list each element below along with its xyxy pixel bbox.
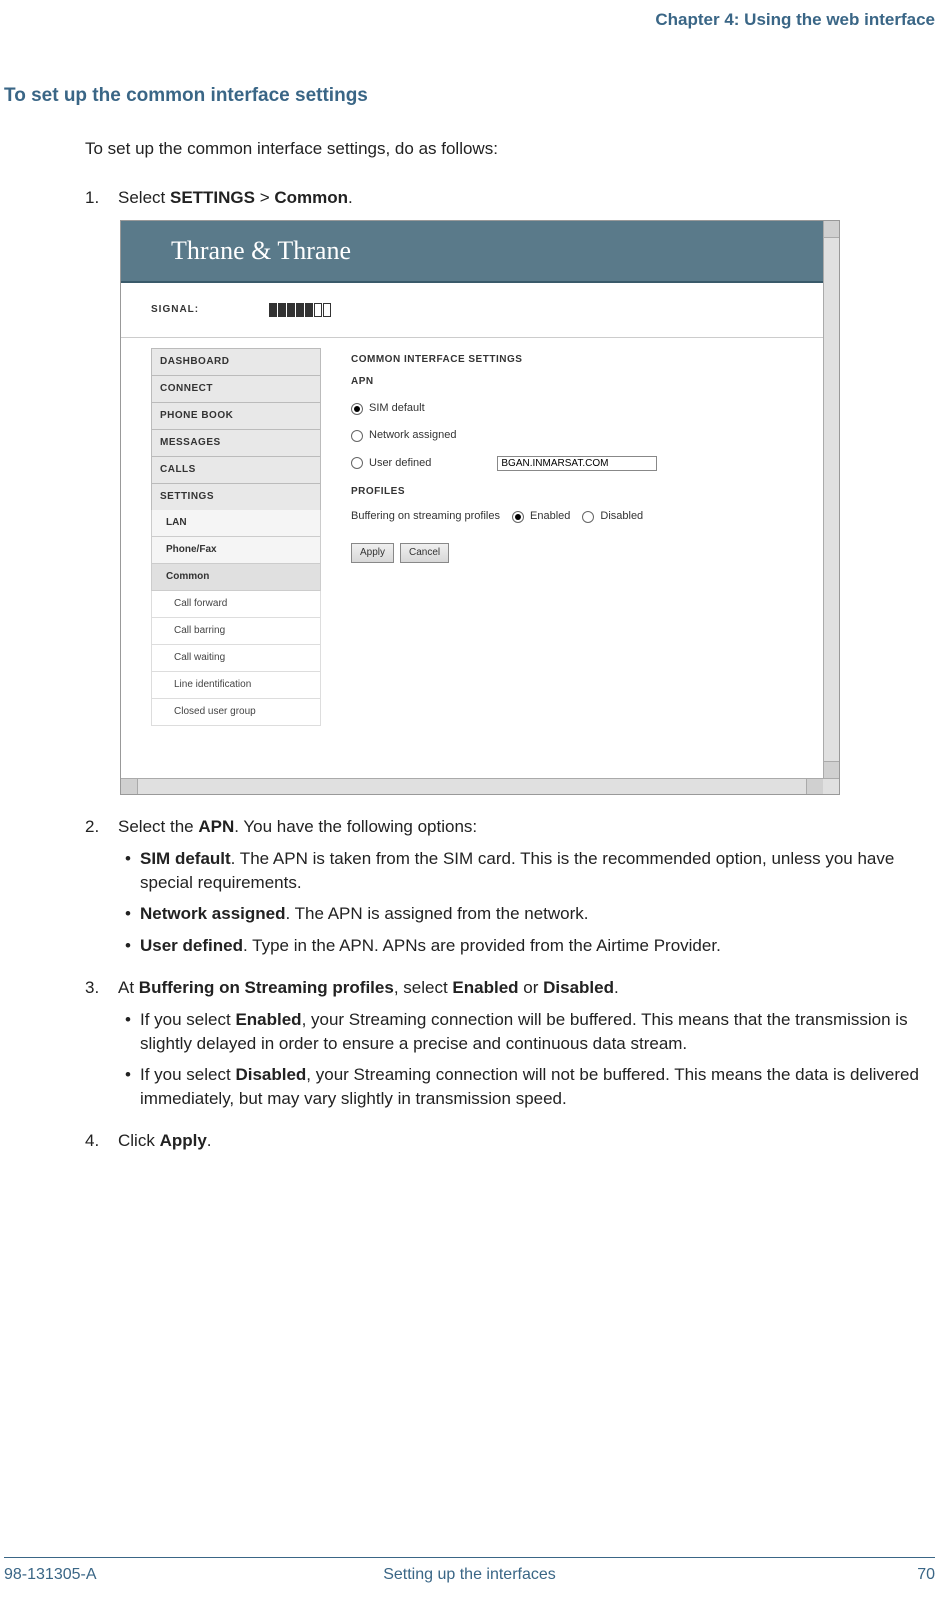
bold: Enabled [235,1010,301,1029]
step-2: 2. Select the APN. You have the followin… [85,815,935,839]
radio-enabled[interactable] [512,511,524,523]
nav-dashboard[interactable]: DASHBOARD [151,348,321,375]
text: . You have the following options: [234,817,477,836]
text: Click [118,1131,160,1150]
panel-title: COMMON INTERFACE SETTINGS [351,353,813,367]
radio-user-defined[interactable] [351,457,363,469]
disabled-label: Disabled [600,509,643,524]
text: > [255,188,274,207]
profiles-heading: PROFILES [351,485,813,499]
cancel-button[interactable]: Cancel [400,543,449,563]
apn-bold: APN [198,817,234,836]
bold: Disabled [235,1065,306,1084]
sidebar-nav: DASHBOARD CONNECT PHONE BOOK MESSAGES CA… [121,338,321,778]
radio-network-assigned[interactable] [351,430,363,442]
bold: Enabled [452,978,518,997]
step-1: 1. Select SETTINGS > Common. [85,186,935,210]
text: , select [394,978,453,997]
signal-label: SIGNAL: [151,303,199,317]
text: . [348,188,353,207]
step-number: 3. [85,976,118,1000]
page-footer: 98-131305-A Setting up the interfaces 70 [4,1557,935,1584]
text: At [118,978,139,997]
radio-user-label: User defined [369,456,431,471]
bold: User defined [140,936,243,955]
embedded-screenshot: Thrane & Thrane SIGNAL: DASHBOARD CONNEC… [120,220,840,795]
apn-heading: APN [351,375,813,389]
step-number: 2. [85,815,118,839]
nav-callforward[interactable]: Call forward [151,591,321,618]
nav-settings[interactable]: SETTINGS [151,483,321,510]
radio-disabled[interactable] [582,511,594,523]
bullet-sim-default: • SIM default. The APN is taken from the… [125,847,935,895]
text: Select the [118,817,198,836]
enabled-label: Enabled [530,509,570,524]
bold: Network assigned [140,904,286,923]
bullet-enabled: • If you select Enabled, your Streaming … [125,1008,935,1056]
nav-lineid[interactable]: Line identification [151,672,321,699]
text: . [207,1131,212,1150]
text: . The APN is assigned from the network. [286,904,589,923]
intro-text: To set up the common interface settings,… [85,137,935,161]
footer-section: Setting up the interfaces [4,1566,935,1584]
buffering-label: Buffering on streaming profiles [351,509,500,524]
apn-user-input[interactable] [497,456,657,471]
bold: Buffering on Streaming profiles [139,978,394,997]
scrollbar-vertical[interactable] [823,221,839,778]
nav-callbarring[interactable]: Call barring [151,618,321,645]
nav-lan[interactable]: LAN [151,510,321,537]
text: If you select [140,1010,235,1029]
signal-bars-icon [269,303,331,317]
chapter-header: Chapter 4: Using the web interface [0,0,945,30]
bullet-disabled: • If you select Disabled, your Streaming… [125,1063,935,1111]
scrollbar-horizontal[interactable] [121,778,839,794]
section-title: To set up the common interface settings [4,85,945,107]
common-bold: Common [274,188,348,207]
text: . Type in the APN. APNs are provided fro… [243,936,721,955]
text: If you select [140,1065,235,1084]
nav-messages[interactable]: MESSAGES [151,429,321,456]
bold: Disabled [543,978,614,997]
text: . [614,978,619,997]
radio-sim-label: SIM default [369,401,425,416]
radio-sim-default[interactable] [351,403,363,415]
radio-network-label: Network assigned [369,428,456,443]
bold: SIM default [140,849,231,868]
apply-bold: Apply [160,1131,207,1150]
step-4: 4. Click Apply. [85,1129,935,1153]
bullet-network-assigned: • Network assigned. The APN is assigned … [125,902,935,926]
step-number: 1. [85,186,118,210]
text: Select [118,188,170,207]
text: . The APN is taken from the SIM card. Th… [140,849,894,892]
nav-connect[interactable]: CONNECT [151,375,321,402]
text: or [519,978,544,997]
nav-callwaiting[interactable]: Call waiting [151,645,321,672]
bullet-user-defined: • User defined. Type in the APN. APNs ar… [125,934,935,958]
apply-button[interactable]: Apply [351,543,394,563]
step-3: 3. At Buffering on Streaming profiles, s… [85,976,935,1000]
nav-phonefax[interactable]: Phone/Fax [151,537,321,564]
nav-phonebook[interactable]: PHONE BOOK [151,402,321,429]
nav-calls[interactable]: CALLS [151,456,321,483]
brand-header: Thrane & Thrane [121,221,823,283]
nav-common[interactable]: Common [151,564,321,591]
step-number: 4. [85,1129,118,1153]
nav-cug[interactable]: Closed user group [151,699,321,726]
settings-bold: SETTINGS [170,188,255,207]
